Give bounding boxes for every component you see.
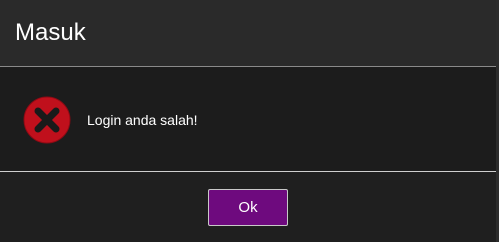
dialog-body: Login anda salah! <box>0 67 496 172</box>
ok-button[interactable]: Ok <box>208 189 288 226</box>
dialog-footer: Ok <box>0 172 496 242</box>
dialog-title: Masuk <box>15 19 86 46</box>
dialog-header: Masuk <box>0 0 496 67</box>
error-message: Login anda salah! <box>87 112 198 128</box>
error-x-icon <box>23 96 71 144</box>
login-error-dialog: Masuk Login anda salah! Ok <box>0 0 499 242</box>
